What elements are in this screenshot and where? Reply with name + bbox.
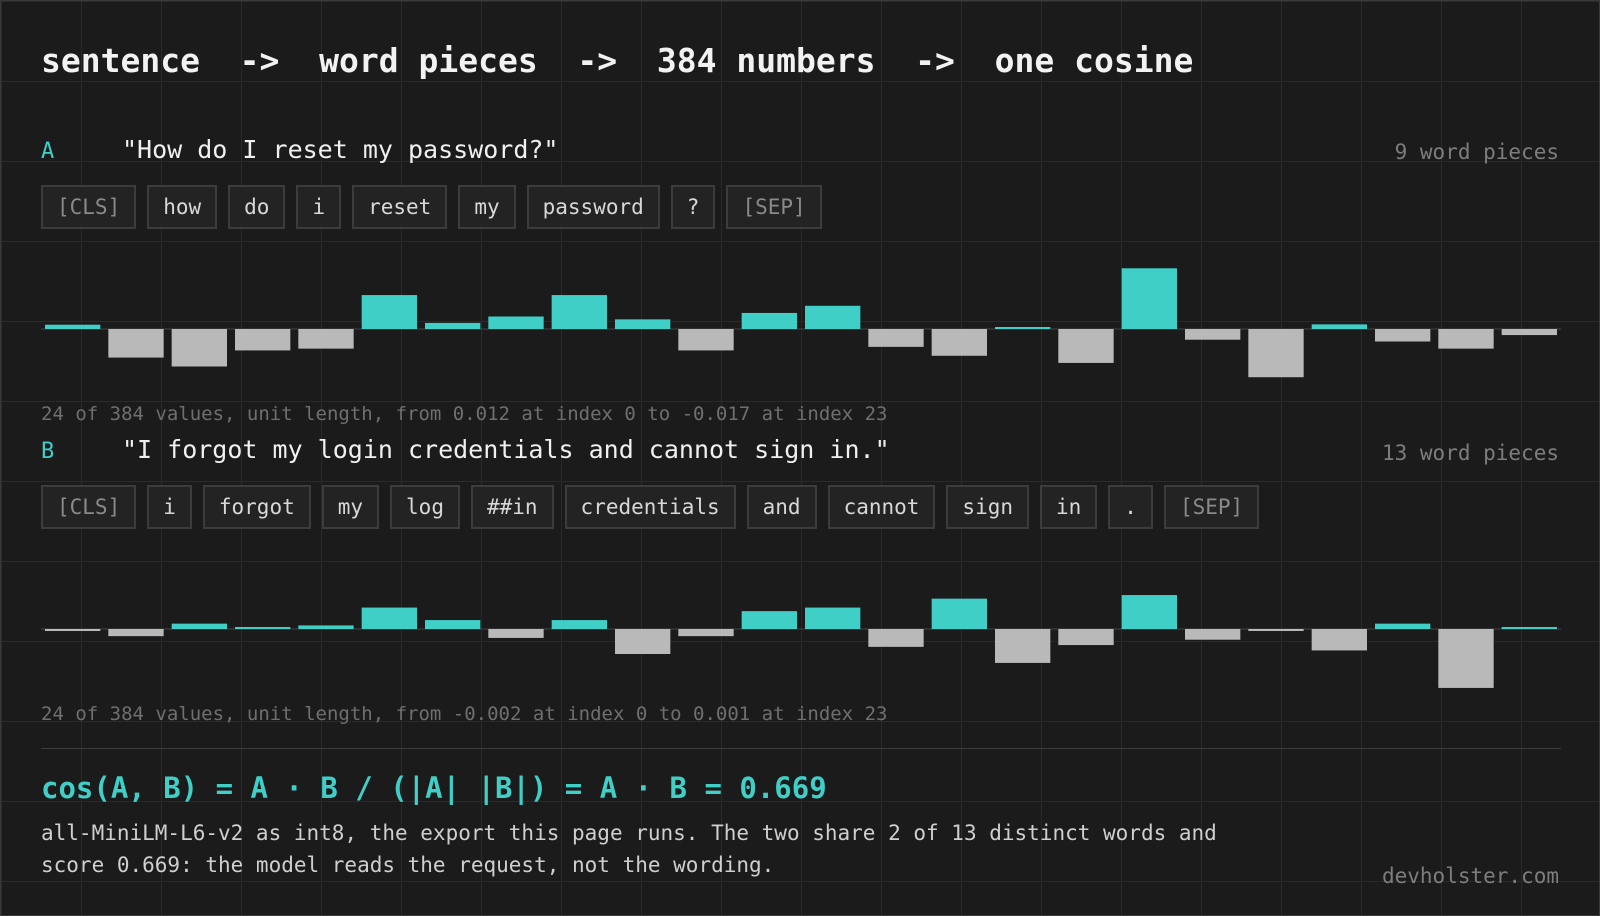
embedding-bar xyxy=(108,629,164,637)
sentence-a-piece-count: 9 word pieces xyxy=(1394,140,1559,164)
embedding-bar xyxy=(45,324,101,329)
embedding-bar xyxy=(615,319,671,329)
token-chip: forgot xyxy=(202,485,311,529)
embedding-bar xyxy=(361,295,417,329)
diagram-canvas: sentence -> word pieces -> 384 numbers -… xyxy=(0,0,1600,916)
token-chip: ##in xyxy=(470,485,554,529)
embedding-bar xyxy=(1121,595,1177,629)
embedding-bar xyxy=(1185,629,1241,640)
sentence-a-caption: 24 of 384 values, unit length, from 0.01… xyxy=(41,403,888,425)
token-chip: sign xyxy=(946,485,1029,529)
embedding-bar xyxy=(805,607,861,629)
embedding-bar xyxy=(171,329,227,367)
site-credit: devholster.com xyxy=(1381,864,1559,888)
token-chip: [CLS] xyxy=(41,485,137,529)
embedding-bar xyxy=(1185,329,1241,340)
token-chip: password xyxy=(526,185,660,229)
token-chip: in xyxy=(1040,485,1098,529)
embedding-bar xyxy=(551,295,607,329)
embedding-bar xyxy=(1121,268,1177,329)
sentence-a-letter: A xyxy=(41,139,55,164)
embedding-bar xyxy=(171,623,227,629)
sentence-b-embedding-bars xyxy=(41,595,1561,688)
embedding-bar xyxy=(425,620,481,629)
token-chip: do xyxy=(228,185,286,229)
embedding-bar xyxy=(741,312,797,329)
embedding-bar xyxy=(45,629,101,631)
sentence-b-letter: B xyxy=(41,439,55,464)
token-chip: my xyxy=(321,485,380,529)
token-chip: reset xyxy=(352,185,448,229)
embedding-bar xyxy=(1058,329,1114,363)
embedding-bar xyxy=(995,629,1051,663)
embedding-bar xyxy=(1501,329,1557,336)
embedding-bar xyxy=(678,329,734,351)
sentence-a-tokens: [CLS] how do i reset my password? [SEP] xyxy=(41,185,822,229)
sentence-b-caption: 24 of 384 values, unit length, from -0.0… xyxy=(41,703,888,725)
cosine-formula: cos(A, B) = A · B / (|A| |B|) = A · B = … xyxy=(41,771,827,805)
embedding-bar xyxy=(1438,329,1494,349)
token-chip: i xyxy=(296,185,342,229)
divider xyxy=(41,748,1561,749)
embedding-bar xyxy=(931,329,987,356)
embedding-bar xyxy=(298,625,354,629)
sentence-a-text: "How do I reset my password?" xyxy=(122,135,559,164)
embedding-bar xyxy=(1248,629,1304,631)
embedding-bar xyxy=(488,629,544,638)
embedding-bar xyxy=(868,329,924,347)
embedding-bar xyxy=(615,629,671,654)
headline: sentence -> word pieces -> 384 numbers -… xyxy=(41,41,1194,80)
note-line-2: score 0.669: the model reads the request… xyxy=(41,853,775,877)
embedding-bar xyxy=(235,329,291,351)
note-line-1: all-MiniLM-L6-v2 as int8, the export thi… xyxy=(41,821,1217,845)
token-chip: [CLS] xyxy=(41,185,137,229)
embedding-bar xyxy=(1311,324,1367,329)
token-chip: credentials xyxy=(564,485,736,529)
token-chip: how xyxy=(147,185,218,229)
embedding-bar xyxy=(1501,627,1557,629)
token-chip: cannot xyxy=(827,485,936,529)
embedding-bar xyxy=(805,305,861,329)
sentence-b-piece-count: 13 word pieces xyxy=(1381,441,1559,465)
token-chip: . xyxy=(1108,485,1153,529)
token-chip: [SEP] xyxy=(1163,485,1260,529)
embedding-bar xyxy=(551,620,607,629)
sentence-b-tokens: [CLS] i forgot my log ##in credentials and canno… xyxy=(41,485,1260,529)
embedding-bar xyxy=(1311,629,1367,651)
embedding-bar xyxy=(298,329,354,349)
embedding-bar xyxy=(678,629,734,637)
embedding-bar xyxy=(1058,629,1114,646)
embedding-bar xyxy=(1375,329,1431,342)
token-chip: i xyxy=(147,485,192,529)
embedding-bar xyxy=(108,329,164,358)
embedding-bar xyxy=(235,627,291,629)
embedding-bar xyxy=(1438,629,1494,688)
embedding-bar xyxy=(931,598,987,629)
embedding-bar xyxy=(361,607,417,629)
token-chip: log xyxy=(390,485,460,529)
embedding-bar xyxy=(868,629,924,647)
embedding-bar xyxy=(741,611,797,629)
sentence-a-embedding-bars xyxy=(41,268,1561,378)
token-chip: ? xyxy=(670,185,716,229)
embedding-bar xyxy=(1248,329,1304,378)
token-chip: [SEP] xyxy=(726,185,822,229)
sentence-b-text: "I forgot my login credentials and canno… xyxy=(122,435,890,464)
token-chip: and xyxy=(746,485,817,529)
embedding-bar xyxy=(425,322,481,329)
embedding-bar xyxy=(995,327,1051,329)
embedding-bar xyxy=(1375,623,1431,629)
token-chip: my xyxy=(458,185,516,229)
embedding-bar xyxy=(488,316,544,329)
